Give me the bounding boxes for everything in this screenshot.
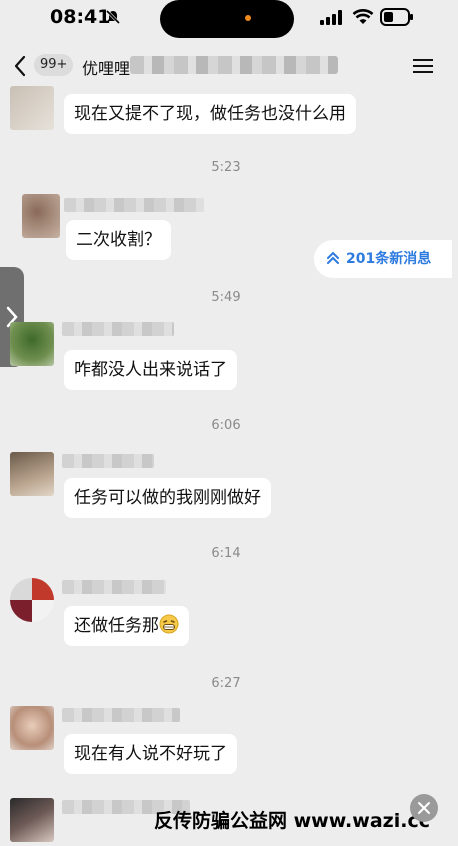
- timestamp: 5:23: [211, 160, 241, 175]
- new-messages-button[interactable]: 201条新消息: [314, 240, 452, 278]
- sender-name-blurred: [62, 322, 174, 336]
- title-blurred: [130, 56, 338, 74]
- close-icon[interactable]: [410, 794, 438, 822]
- timestamp: 6:06: [211, 418, 241, 433]
- recording-dot: [245, 15, 251, 21]
- chat-area: 现在又提不了现，做任务也没什么用 5:23 201条新消息 二次收割？ 5:49…: [0, 86, 458, 846]
- sender-name-blurred: [62, 708, 180, 722]
- message-bubble[interactable]: 咋都没人出来说话了: [64, 350, 237, 390]
- avatar[interactable]: [10, 578, 54, 622]
- back-icon[interactable]: [12, 54, 28, 78]
- message-bubble[interactable]: 二次收割？: [66, 220, 171, 260]
- timestamp: 6:14: [211, 546, 241, 561]
- timestamp: 6:27: [211, 676, 241, 691]
- avatar[interactable]: [22, 194, 60, 238]
- avatar[interactable]: [10, 798, 54, 842]
- avatar[interactable]: [10, 86, 54, 130]
- status-bar: 08:41: [0, 0, 458, 40]
- unread-count-badge[interactable]: 99+: [34, 54, 74, 76]
- sender-name-blurred: [64, 198, 204, 212]
- signal-icon: [320, 10, 342, 25]
- sender-name-blurred: [62, 454, 154, 468]
- message-bubble[interactable]: 还做任务那: [64, 606, 189, 646]
- double-chevron-up-icon: [327, 251, 339, 264]
- message-bubble[interactable]: 现在有人说不好玩了: [64, 734, 237, 774]
- status-time: 08:41: [50, 6, 111, 28]
- avatar[interactable]: [10, 322, 54, 366]
- x-icon: [418, 802, 430, 814]
- message-text: 还做任务那: [74, 616, 159, 636]
- wifi-icon: [352, 9, 374, 24]
- avatar[interactable]: [10, 706, 54, 750]
- dynamic-island: [160, 0, 294, 38]
- bell-muted-icon: [105, 9, 121, 25]
- new-messages-label: 201条新消息: [346, 251, 432, 267]
- battery-icon: [380, 8, 413, 26]
- menu-icon[interactable]: [412, 57, 434, 75]
- avatar[interactable]: [10, 452, 54, 496]
- timestamp: 5:49: [211, 290, 241, 305]
- chat-title: 优哩哩: [82, 59, 131, 78]
- chat-header: 99+ 优哩哩: [0, 40, 458, 92]
- sender-name-blurred: [62, 580, 166, 594]
- message-bubble[interactable]: 任务可以做的我刚刚做好: [64, 478, 271, 518]
- watermark-text: 反传防骗公益网 www.wazi.cc: [154, 810, 430, 832]
- grinning-emoji-icon: [159, 614, 179, 634]
- message-bubble[interactable]: 现在又提不了现，做任务也没什么用: [64, 94, 356, 134]
